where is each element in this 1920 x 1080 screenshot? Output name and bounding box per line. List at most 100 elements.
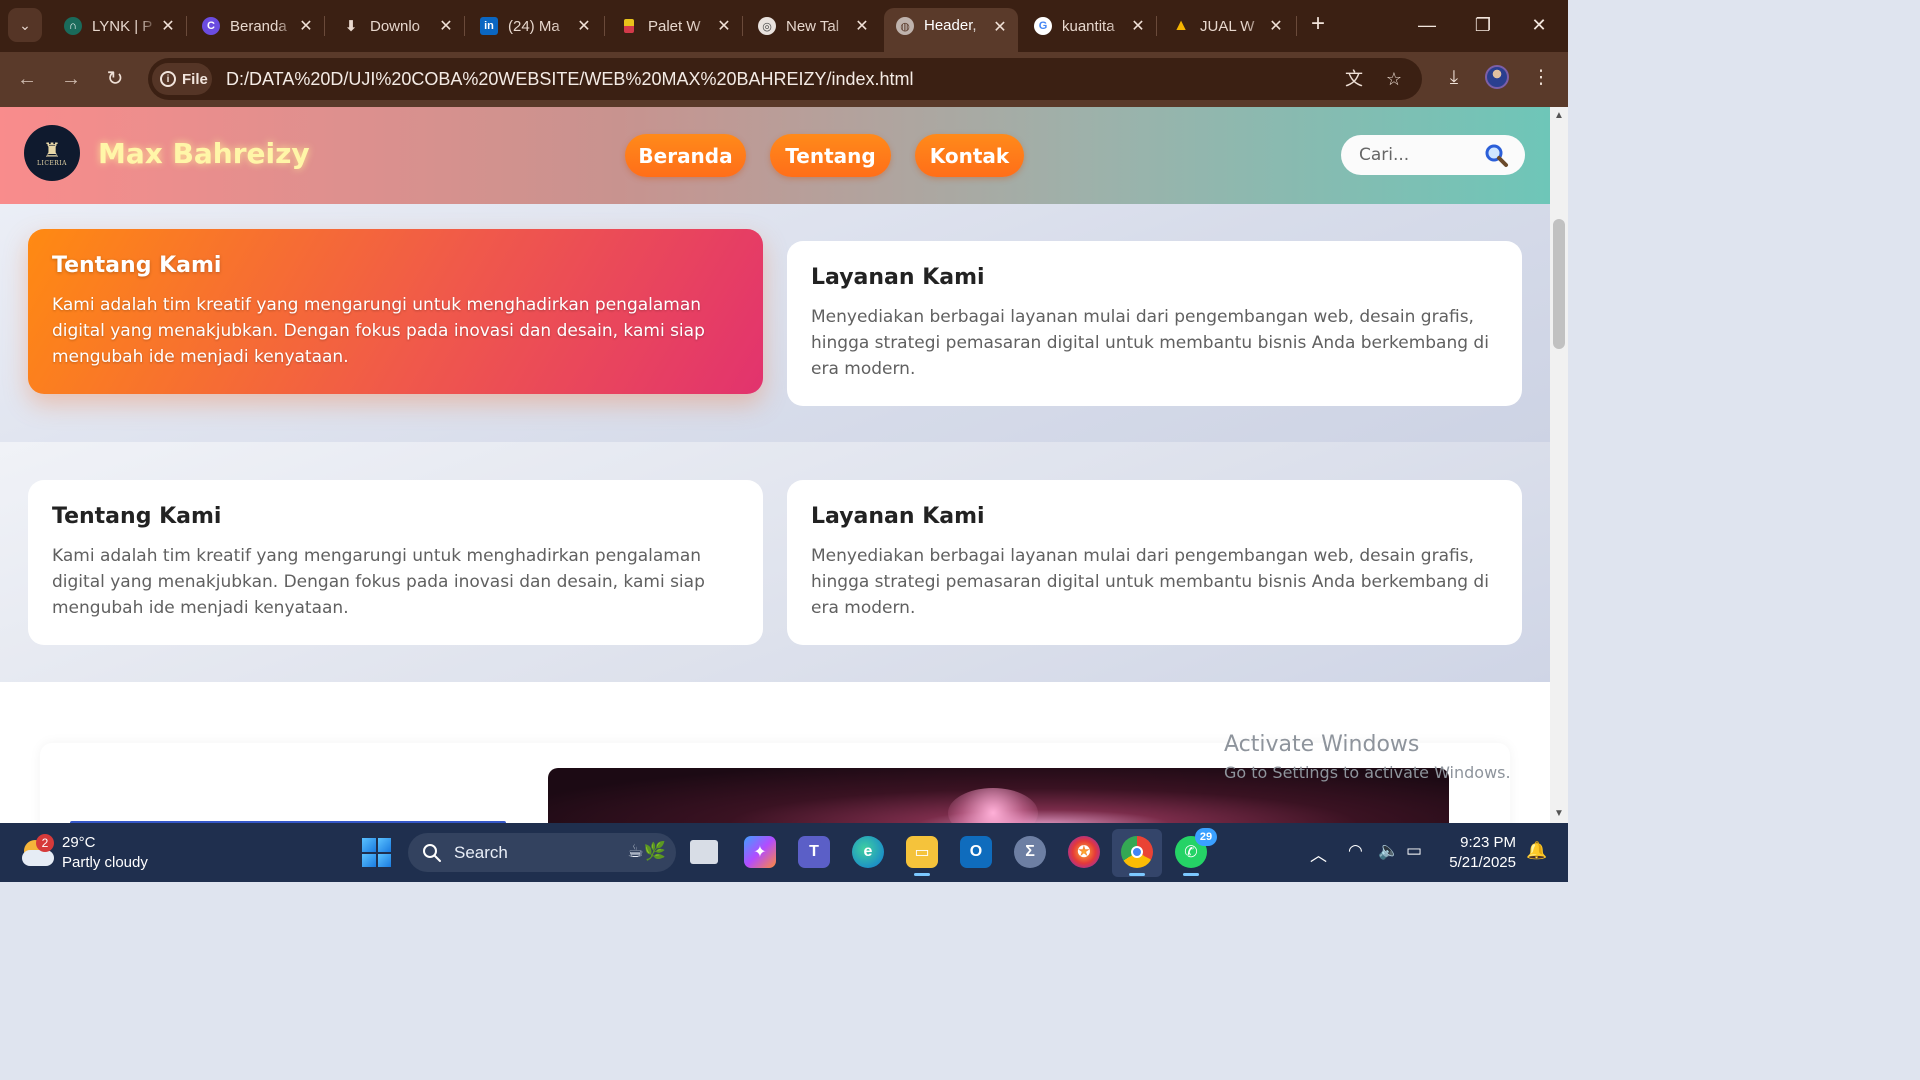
new-tab-button[interactable]: + xyxy=(1304,10,1332,38)
scroll-up-icon[interactable]: ▲ xyxy=(1554,111,1564,121)
system-clock[interactable]: 9:23 PM 5/21/2025 xyxy=(1440,833,1516,873)
close-icon[interactable]: ✕ xyxy=(574,16,594,36)
translate-icon[interactable]: 文 xyxy=(1342,67,1366,91)
close-icon[interactable]: ✕ xyxy=(158,16,178,36)
tab-title: LYNK | P xyxy=(92,17,153,35)
chrome-icon[interactable] xyxy=(1121,836,1153,876)
weather-condition: Partly cloudy xyxy=(62,854,148,871)
reload-button[interactable]: ↻ xyxy=(100,64,130,94)
taskbar-search[interactable]: Search ☕🌿 xyxy=(408,833,676,872)
close-icon[interactable]: ✕ xyxy=(990,17,1010,37)
hero-glow xyxy=(948,788,1038,823)
close-icon[interactable]: ✕ xyxy=(296,16,316,36)
tab-separator xyxy=(604,16,605,36)
nav-link-kontak[interactable]: Kontak xyxy=(915,134,1024,177)
close-icon[interactable]: ✕ xyxy=(1266,16,1286,36)
battery-icon[interactable]: ▭ xyxy=(1406,841,1422,861)
bookmark-star-icon[interactable]: ☆ xyxy=(1382,67,1406,91)
firefox-icon[interactable]: ✪ xyxy=(1068,836,1100,868)
file-explorer-icon[interactable]: ▭ xyxy=(906,836,938,876)
about-card-highlighted[interactable]: Tentang Kami Kami adalah tim kreatif yan… xyxy=(28,229,763,394)
search-input[interactable] xyxy=(1359,144,1479,166)
restore-button[interactable]: ❐ xyxy=(1460,10,1506,40)
page-viewport: ♜ LICERIA Max Bahreizy Beranda Tentang K… xyxy=(0,107,1550,823)
speaker-muted-icon[interactable]: 🔈 xyxy=(1378,841,1399,861)
task-view-icon[interactable] xyxy=(690,840,718,864)
browser-tab[interactable]: C Beranda ✕ xyxy=(190,8,324,44)
close-icon[interactable]: ✕ xyxy=(714,16,734,36)
plus-icon: + xyxy=(1310,10,1325,37)
nav-link-beranda[interactable]: Beranda xyxy=(625,134,746,177)
tab-separator xyxy=(742,16,743,36)
about-card[interactable]: Tentang Kami Kami adalah tim kreatif yan… xyxy=(28,480,763,645)
browser-tab-active[interactable]: ◍ Header, ✕ xyxy=(884,8,1018,52)
tab-title: Downlo xyxy=(370,17,421,35)
whatsapp-icon[interactable]: ✆ 29 xyxy=(1175,828,1217,876)
browser-tab[interactable]: G kuantita ✕ xyxy=(1022,8,1156,44)
avatar[interactable] xyxy=(1485,65,1509,89)
temperature: 29°C xyxy=(62,834,96,851)
browser-tab[interactable]: ∩ LYNK | P ✕ xyxy=(52,8,186,44)
arrow-left-icon: ← xyxy=(17,68,37,90)
calculator-app-icon[interactable]: Σ xyxy=(1014,836,1046,868)
site-logo[interactable]: ♜ LICERIA xyxy=(24,125,80,181)
close-icon[interactable]: ✕ xyxy=(852,16,872,36)
browser-tab-strip: ⌄ ∩ LYNK | P ✕ C Beranda ✕ ⬇ Downlo ✕ in… xyxy=(0,0,1568,52)
card-title: Tentang Kami xyxy=(52,253,222,278)
minimize-icon: — xyxy=(1418,15,1436,35)
tab-separator xyxy=(1296,16,1297,36)
tab-title: New Tal xyxy=(786,17,840,35)
download-icon[interactable]: ⤓ xyxy=(1440,64,1468,92)
site-search xyxy=(1341,135,1525,175)
teams-icon[interactable]: T xyxy=(798,836,830,868)
clock-time: 9:23 PM xyxy=(1460,834,1516,851)
card-text: Kami adalah tim kreatif yang mengarungi … xyxy=(52,295,705,367)
clock-date: 5/21/2025 xyxy=(1449,854,1516,871)
globe-icon: ◍ xyxy=(896,17,914,35)
wifi-icon[interactable]: ◠ xyxy=(1348,841,1363,861)
close-icon[interactable]: ✕ xyxy=(1128,16,1148,36)
restore-icon: ❐ xyxy=(1474,15,1492,35)
windows-start-icon[interactable] xyxy=(362,838,391,867)
outlook-icon[interactable]: O xyxy=(960,836,992,868)
forward-button[interactable]: → xyxy=(56,64,86,94)
tab-title: Header, xyxy=(924,17,977,34)
browser-tab[interactable]: ◎ New Tal ✕ xyxy=(746,8,880,44)
kebab-menu-icon[interactable]: ⋮ xyxy=(1527,64,1555,92)
linkedin-favicon-icon: in xyxy=(480,17,498,35)
nav-link-tentang[interactable]: Tentang xyxy=(770,134,891,177)
partly-cloudy-icon: 2 xyxy=(20,834,54,870)
edge-icon[interactable]: e xyxy=(852,836,884,868)
close-icon[interactable]: ✕ xyxy=(436,16,456,36)
card-title: Layanan Kami xyxy=(811,265,985,290)
browser-tab[interactable]: Palet W ✕ xyxy=(608,8,742,44)
address-bar[interactable]: i File D:/DATA%20D/UJI%20COBA%20WEBSITE/… xyxy=(148,58,1422,100)
site-info-button[interactable]: i File xyxy=(152,63,212,95)
site-header: ♜ LICERIA Max Bahreizy Beranda Tentang K… xyxy=(0,107,1550,204)
url-text[interactable]: D:/DATA%20D/UJI%20COBA%20WEBSITE/WEB%20M… xyxy=(226,69,914,90)
tab-title: Beranda xyxy=(230,17,287,35)
browser-tab[interactable]: ⬇ Downlo ✕ xyxy=(330,8,464,44)
scroll-down-icon[interactable]: ▼ xyxy=(1554,809,1564,819)
tab-separator xyxy=(464,16,465,36)
weather-widget[interactable]: 2 29°C Partly cloudy xyxy=(20,833,148,873)
notification-badge: 2 xyxy=(36,834,54,852)
back-button[interactable]: ← xyxy=(12,64,42,94)
minimize-button[interactable]: — xyxy=(1404,10,1450,40)
card-text: Kami adalah tim kreatif yang mengarungi … xyxy=(52,546,705,618)
services-card[interactable]: Layanan Kami Menyediakan berbagai layana… xyxy=(787,480,1522,645)
notifications-icon[interactable]: 🔔 xyxy=(1526,841,1547,861)
search-icon[interactable] xyxy=(1483,142,1509,168)
browser-toolbar: ← → ↻ i File D:/DATA%20D/UJI%20COBA%20WE… xyxy=(0,52,1568,107)
page-scrollbar[interactable]: ▲ ▼ xyxy=(1550,107,1568,823)
brand-name[interactable]: Max Bahreizy xyxy=(98,137,310,170)
tab-search-button[interactable]: ⌄ xyxy=(8,8,42,42)
close-window-button[interactable]: ✕ xyxy=(1516,10,1562,40)
chevron-up-icon[interactable]: ︿ xyxy=(1310,841,1327,866)
scroll-thumb[interactable] xyxy=(1553,219,1565,349)
browser-tab[interactable]: ▲ JUAL W ✕ xyxy=(1160,8,1294,44)
lynk-favicon-icon: ∩ xyxy=(64,17,82,35)
services-card[interactable]: Layanan Kami Menyediakan berbagai layana… xyxy=(787,241,1522,406)
copilot-icon[interactable]: ✦ xyxy=(744,836,776,868)
browser-tab[interactable]: in (24) Ma ✕ xyxy=(468,8,602,44)
